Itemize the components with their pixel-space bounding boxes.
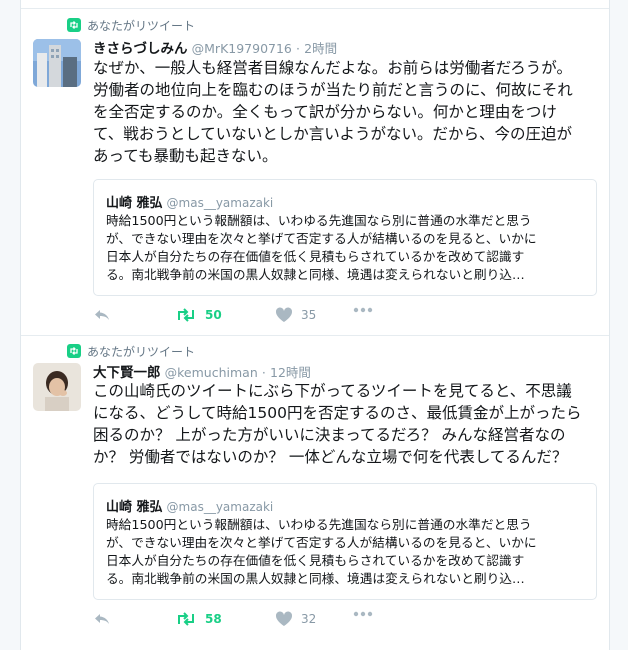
quoted-user-name: 山崎 雅弘 xyxy=(106,500,163,515)
avatar[interactable] xyxy=(33,363,81,411)
like-icon xyxy=(275,307,293,322)
tweet-item[interactable]: あなたがリツイート 大下賢一郎 @kemuchiman · 12時間 この山崎氏… xyxy=(21,335,609,650)
tweet-header: 大下賢一郎 @kemuchiman · 12時間 xyxy=(93,361,311,381)
user-name[interactable]: きさらづしみん xyxy=(93,41,188,57)
quoted-user-handle: @mas__yamazaki xyxy=(166,196,274,210)
reply-button[interactable] xyxy=(93,611,111,627)
quoted-header: 山崎 雅弘 @mas__yamazaki xyxy=(106,496,273,515)
tweet-timestamp[interactable]: 2時間 xyxy=(304,41,337,56)
reply-icon xyxy=(95,614,109,624)
reply-button[interactable] xyxy=(93,307,111,323)
retweet-badge-icon xyxy=(67,18,81,32)
user-handle[interactable]: @kemuchiman xyxy=(165,365,258,380)
user-name[interactable]: 大下賢一郎 xyxy=(93,365,161,381)
separator-dot: · xyxy=(296,41,301,56)
quoted-text: 時給1500円という報酬額は、いわゆる先進国なら別に普通の水準だと思う が、でき… xyxy=(106,517,537,586)
quoted-text: 時給1500円という報酬額は、いわゆる先進国なら別に普通の水準だと思う が、でき… xyxy=(106,213,537,282)
avatar[interactable] xyxy=(33,39,81,87)
quoted-header: 山崎 雅弘 @mas__yamazaki xyxy=(106,192,273,211)
more-button[interactable] xyxy=(353,611,373,617)
like-button[interactable]: 35 xyxy=(275,307,316,323)
quoted-user-handle: @mas__yamazaki xyxy=(166,500,274,514)
more-button[interactable] xyxy=(353,307,373,313)
retweet-button[interactable]: 58 xyxy=(175,611,222,627)
timeline-stream: あなたがリツイート きさらづしみん @MrK19790716 · 2時間 なぜか… xyxy=(20,0,610,650)
reply-icon xyxy=(95,310,109,320)
more-icon xyxy=(353,611,373,617)
like-count: 32 xyxy=(301,612,317,626)
retweet-badge-icon xyxy=(67,344,81,358)
tweet-timestamp[interactable]: 12時間 xyxy=(270,365,311,380)
tweet-text: なぜか、一般人も経営者目線なんだよな。お前らは労働者だろうが。 労働者の地位向上… xyxy=(93,59,573,165)
more-icon xyxy=(353,307,373,313)
user-handle[interactable]: @MrK19790716 xyxy=(192,41,292,56)
quoted-tweet[interactable]: 山崎 雅弘 @mas__yamazaki 時給1500円という報酬額は、いわゆる先… xyxy=(93,483,597,600)
retweet-context-label: あなたがリツイート xyxy=(87,344,196,359)
retweet-context: あなたがリツイート xyxy=(67,343,195,359)
retweet-button[interactable]: 50 xyxy=(175,307,222,323)
retweet-count: 50 xyxy=(205,308,222,322)
like-icon xyxy=(275,611,293,626)
retweet-context: あなたがリツイート xyxy=(67,17,195,33)
tweet-text: この山崎氏のツイートにぶら下がってるツイートを見てると、不思議 になる、どうして… xyxy=(93,382,582,466)
quoted-user-name: 山崎 雅弘 xyxy=(106,196,163,211)
tweet-item[interactable]: あなたがリツイート きさらづしみん @MrK19790716 · 2時間 なぜか… xyxy=(21,8,609,336)
like-button[interactable]: 32 xyxy=(275,611,316,627)
separator-dot: · xyxy=(261,365,266,380)
retweet-count: 58 xyxy=(205,612,222,626)
retweet-icon xyxy=(178,612,194,626)
like-count: 35 xyxy=(301,308,317,322)
tweet-header: きさらづしみん @MrK19790716 · 2時間 xyxy=(93,37,337,57)
retweet-context-label: あなたがリツイート xyxy=(87,18,196,33)
quoted-tweet[interactable]: 山崎 雅弘 @mas__yamazaki 時給1500円という報酬額は、いわゆる先… xyxy=(93,179,597,296)
retweet-icon xyxy=(178,308,194,322)
